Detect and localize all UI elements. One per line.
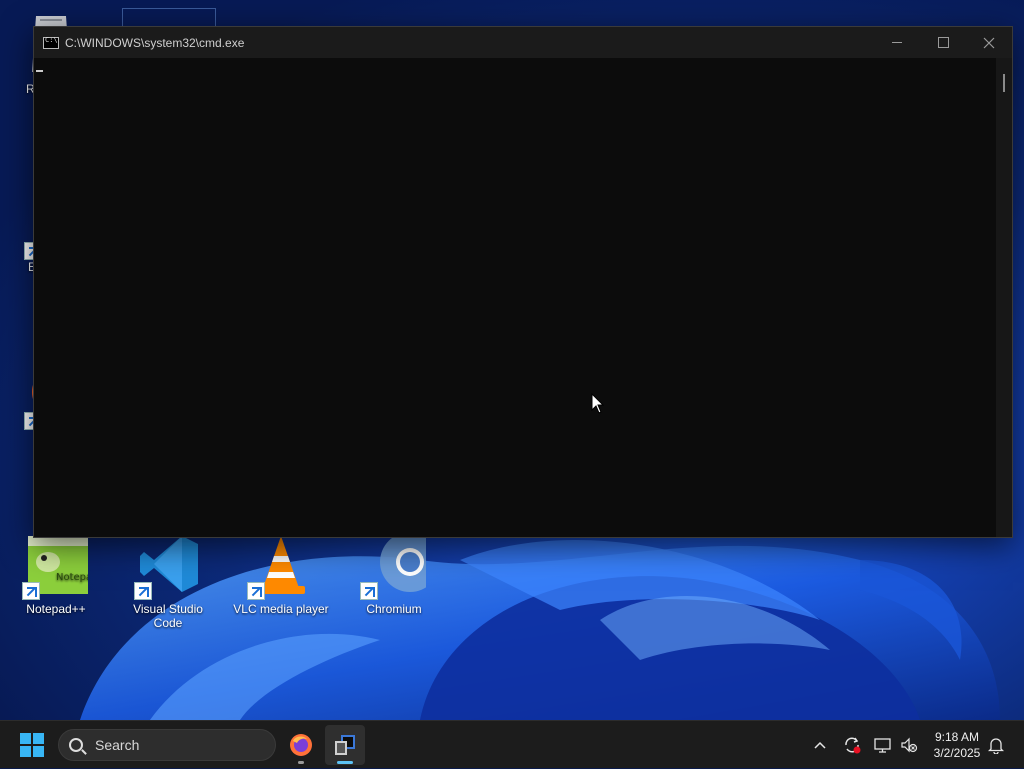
taskbar-search-box[interactable]: Search [58,729,276,761]
cmd-window-title: C:\WINDOWS\system32\cmd.exe [65,35,245,50]
cmd-icon [335,735,355,755]
shortcut-arrow-icon [134,582,152,600]
mouse-pointer-icon [591,393,605,414]
volume-button[interactable] [897,721,921,769]
chromium-icon [360,532,440,600]
desktop-icon-label: Notepad++ [26,602,86,616]
taskbar: Search 9:18 AM 3/2/2025 [0,720,1024,768]
cmd-titlebar[interactable]: C:\WINDOWS\system32\cmd.exe [34,27,1012,58]
update-status-button[interactable] [840,721,864,769]
windows-logo-icon [20,733,44,757]
sync-alert-icon [845,737,861,754]
desktop-icon-label: Chromium [366,602,422,616]
close-icon [983,37,995,48]
taskbar-clock[interactable]: 9:18 AM 3/2/2025 [922,729,992,761]
volume-muted-icon [901,737,918,753]
running-indicator [298,761,304,764]
cmd-window[interactable]: C:\WINDOWS\system32\cmd.exe [33,26,1013,538]
show-hidden-icons-button[interactable] [808,721,832,769]
maximize-icon [937,37,949,48]
shortcut-arrow-icon [22,582,40,600]
active-indicator [337,761,353,764]
cmd-icon [43,36,59,49]
desktop-icon-vscode[interactable]: Visual Studio Code [120,532,216,630]
vlc-icon [247,532,313,600]
desktop-icon-label: Visual Studio Code [133,602,203,630]
desktop-icon-label: VLC media player [233,602,329,616]
scrollbar-thumb[interactable] [1003,74,1005,92]
cmd-console-area[interactable] [34,58,1012,537]
maximize-button[interactable] [920,27,966,58]
minimize-button[interactable] [874,27,920,58]
minimize-icon [892,42,902,43]
desktop-icon-vlc[interactable]: VLC media player [233,532,329,616]
network-icon [874,738,891,753]
search-icon [69,738,83,752]
search-placeholder: Search [95,737,140,753]
shortcut-arrow-icon [247,582,265,600]
clock-time: 9:18 AM [934,730,980,744]
close-button[interactable] [966,27,1012,58]
desktop-icon-chromium[interactable]: Chromium [346,532,442,616]
desktop-icon-notepadpp[interactable]: Notepad+ Notepad++ [8,532,107,616]
text-cursor [36,70,43,72]
svg-text:Notepad+: Notepad+ [56,572,88,583]
desktop-selection-outline [122,8,216,26]
vertical-scrollbar[interactable] [996,58,1012,537]
firefox-icon [290,734,312,756]
vscode-icon [134,532,200,600]
notepadpp-icon: Notepad+ [22,532,107,600]
chevron-up-icon [814,741,826,749]
taskbar-app-firefox[interactable] [281,725,321,765]
taskbar-app-cmd[interactable] [325,725,365,765]
clock-date: 3/2/2025 [933,746,981,760]
start-button[interactable] [14,729,50,761]
bell-icon [988,738,1004,754]
shortcut-arrow-icon [360,582,378,600]
network-button[interactable] [871,721,895,769]
notifications-button[interactable] [984,721,1008,769]
